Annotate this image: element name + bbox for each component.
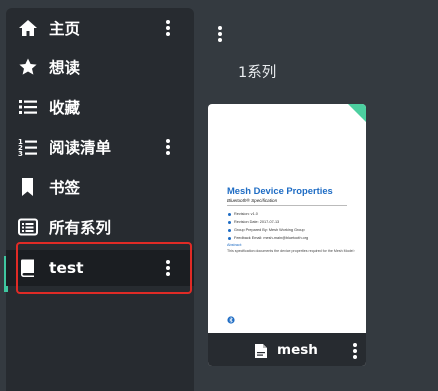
bookmark-icon — [22, 178, 33, 196]
sidebar-item-favorites[interactable]: 收藏 — [6, 89, 194, 125]
cover-bullet-list: Revision: v1.0 Revision Date: 2017-07-13… — [228, 210, 354, 242]
svg-text:3: 3 — [18, 150, 23, 157]
cover-bullet: Revision: v1.0 — [228, 210, 354, 218]
cover-subtitle: Bluetooth® Specification — [227, 198, 278, 203]
pdf-file-icon — [255, 344, 267, 358]
bluetooth-logo-icon — [227, 316, 235, 324]
more-vertical-icon[interactable] — [162, 135, 174, 159]
sidebar-item-label: 书签 — [49, 179, 81, 197]
more-vertical-icon[interactable] — [350, 340, 360, 362]
cover-abstract: This specification documents the device … — [227, 249, 355, 253]
sidebar-item-label: 阅读清单 — [49, 139, 112, 157]
star-icon — [19, 58, 37, 75]
cover-title: Mesh Device Properties — [227, 185, 333, 196]
sidebar-item-want-to-read[interactable]: 想读 — [6, 49, 194, 85]
more-vertical-icon[interactable] — [214, 22, 226, 46]
home-icon — [19, 20, 37, 36]
sidebar-item-label: 所有系列 — [49, 219, 112, 237]
cover-bullet: Feedback Email: mesh-main@bluetooth.org — [228, 234, 354, 242]
cover-divider — [227, 205, 347, 206]
numbered-list-icon: 1 2 3 — [18, 138, 37, 157]
book-title[interactable]: mesh — [277, 342, 318, 358]
list-icon — [19, 100, 37, 114]
cover-bullet: Revision Date: 2017-07-13 — [228, 218, 354, 226]
highlight-outline — [16, 242, 192, 294]
sidebar-item-bookmarks[interactable]: 书签 — [6, 169, 194, 205]
series-list-icon — [18, 218, 38, 236]
sidebar: 主页 想读 收藏 1 2 3 阅读清单 书签 所有系列 test — [4, 8, 194, 391]
book-cover[interactable]: Mesh Device Properties Bluetooth® Specif… — [208, 104, 366, 366]
sidebar-item-label: 想读 — [49, 59, 81, 77]
sidebar-item-home[interactable]: 主页 — [6, 10, 194, 46]
sidebar-item-all-series[interactable]: 所有系列 — [6, 209, 194, 245]
cover-abstract-label: Abstract: — [227, 243, 242, 247]
series-count-label: 1系列 — [238, 65, 277, 81]
sidebar-item-label: 主页 — [49, 20, 81, 38]
book-card-footer: mesh — [208, 333, 366, 366]
cover-bullet: Group Prepared By: Mesh Working Group — [228, 226, 354, 234]
more-vertical-icon[interactable] — [162, 16, 174, 40]
sidebar-item-label: 收藏 — [49, 99, 81, 117]
sidebar-item-reading-list[interactable]: 1 2 3 阅读清单 — [6, 129, 194, 165]
unread-corner-marker — [348, 104, 366, 122]
